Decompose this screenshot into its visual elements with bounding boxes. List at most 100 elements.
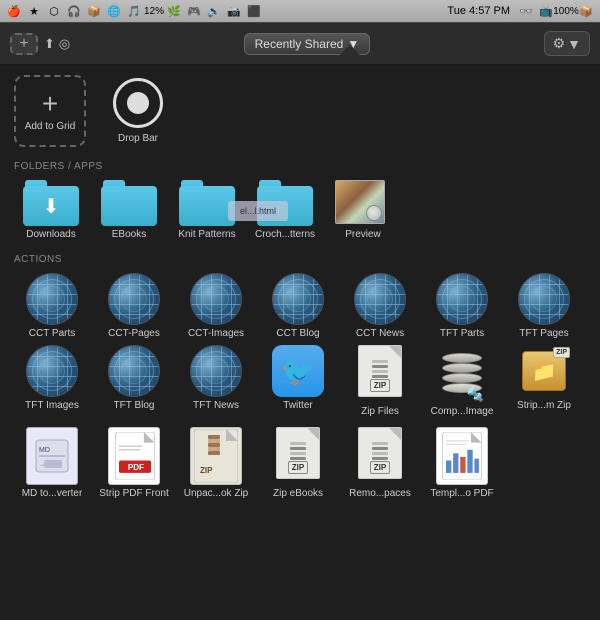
folder-label-knit: Knit Patterns — [178, 229, 235, 240]
action-item-zip-ebooks[interactable]: ZIP Zip eBooks — [260, 427, 336, 499]
folder-body-croch — [257, 186, 313, 226]
folders-grid: ⬇ Downloads EBooks Knit Patterns — [14, 180, 586, 240]
action-label-remo-paces: Remo...paces — [349, 488, 411, 499]
actions-grid: CCT Parts CCT-Pages CCT-Images — [14, 273, 586, 417]
action-item-remo-paces[interactable]: ZIP Remo...paces — [342, 427, 418, 499]
svg-text:ZIP: ZIP — [200, 466, 213, 475]
folder-item-ebooks[interactable]: EBooks — [92, 180, 166, 240]
folder-item-preview[interactable]: Preview — [326, 180, 400, 240]
action-item-comp-image[interactable]: 🔩 Comp...Image — [424, 345, 500, 417]
action-item-tft-parts[interactable]: TFT Parts — [424, 273, 500, 339]
action-label-strip-pdf: Strip PDF Front — [99, 488, 168, 499]
action-item-strip-pdf[interactable]: PDF Strip PDF Front — [96, 427, 172, 499]
action-label-twitter: Twitter — [283, 400, 312, 411]
add-to-grid-button[interactable]: + Add to Grid — [14, 75, 86, 147]
gear-button[interactable]: ⚙ ▼ — [544, 31, 590, 56]
strip-folder-body: 📁 ZIP — [522, 351, 566, 391]
zip-icon-remo: ZIP — [354, 427, 406, 485]
toolbar-left: + ⬆ ◎ — [10, 33, 70, 55]
comp-icon: 🔩 — [436, 345, 488, 403]
globe-icon-cct-parts — [26, 273, 78, 325]
pointer — [340, 45, 360, 55]
action-item-strip-zip[interactable]: 📁 ZIP Strip...m Zip — [506, 345, 582, 417]
action-item-cct-parts[interactable]: CCT Parts — [14, 273, 90, 339]
zip-stripes-group — [372, 360, 388, 378]
action-item-zip-files[interactable]: ZIP Zip Files — [342, 345, 418, 417]
content-area: + Add to Grid Drop Bar FOLDERS / APPS el… — [0, 65, 600, 620]
zip-paper-remo: ZIP — [358, 427, 402, 479]
action-item-cct-news[interactable]: CCT News — [342, 273, 418, 339]
action-item-tft-images[interactable]: TFT Images — [14, 345, 90, 417]
action-label-zip-ebooks: Zip eBooks — [273, 488, 323, 499]
action-label-cct-blog: CCT Blog — [276, 328, 319, 339]
action-label-tft-news: TFT News — [193, 400, 239, 411]
battery-icon: 100% — [558, 3, 574, 19]
nav-icons: ⬆ ◎ — [44, 36, 70, 52]
bottom-actions-grid: MD → MD to...verter — [14, 427, 586, 499]
app-icon-1: ⬡ — [46, 3, 62, 19]
action-label-tft-parts: TFT Parts — [440, 328, 484, 339]
action-label-md-converter: MD to...verter — [22, 488, 83, 499]
add-to-grid-label: Add to Grid — [25, 121, 76, 132]
panel: + ⬆ ◎ Recently Shared ▼ ⚙ ▼ + Add to Gri… — [0, 22, 600, 620]
preview-icon — [335, 180, 391, 226]
globe-icon-tft-parts — [436, 273, 488, 325]
folders-section-header: FOLDERS / APPS — [14, 161, 586, 172]
action-label-templ-pdf: Templ...o PDF — [430, 488, 493, 499]
globe-icon-tft-news — [190, 345, 242, 397]
action-label-zip-files: Zip Files — [361, 406, 399, 417]
svg-text:PDF: PDF — [128, 463, 144, 472]
svg-text:MD: MD — [39, 447, 50, 454]
drop-bar-button[interactable]: Drop Bar — [102, 75, 174, 147]
action-label-strip-zip: Strip...m Zip — [517, 400, 571, 411]
pdf-icon: PDF — [108, 427, 160, 485]
dropbox-icon: 📦 — [578, 3, 594, 19]
folder-item-downloads[interactable]: ⬇ Downloads — [14, 180, 88, 240]
folder-icon-knit — [179, 180, 235, 226]
action-item-unpack-zip[interactable]: ZIP Unpac...ok Zip — [178, 427, 254, 499]
action-item-cct-pages[interactable]: CCT-Pages — [96, 273, 172, 339]
action-item-twitter[interactable]: 🐦 Twitter — [260, 345, 336, 417]
app-icon-4: 🌐 — [106, 3, 122, 19]
folder-body-knit — [179, 186, 235, 226]
circle-icon[interactable]: ◎ — [59, 36, 70, 52]
folder-item-knit[interactable]: Knit Patterns — [170, 180, 244, 240]
folder-item-croch[interactable]: Croch...tterns — [248, 180, 322, 240]
folder-label-downloads: Downloads — [26, 229, 75, 240]
folder-icon-croch — [257, 180, 313, 226]
zip-paper-ebooks: ZIP — [276, 427, 320, 479]
globe-icon-tft-images — [26, 345, 78, 397]
globe-icon-cct-pages — [108, 273, 160, 325]
action-item-cct-images[interactable]: CCT-Images — [178, 273, 254, 339]
globe-icon-cct-news — [354, 273, 406, 325]
action-item-tft-blog[interactable]: TFT Blog — [96, 345, 172, 417]
gear-arrow-icon: ▼ — [567, 36, 581, 52]
folder-icon-downloads: ⬇ — [23, 180, 79, 226]
menubar: 🍎 ★ ⬡ 🎧 📦 🌐 🎵 12% 🌿 🎮 🔊 📷 ⬛ Tue 4:57 PM … — [0, 0, 600, 22]
action-label-unpack-zip: Unpac...ok Zip — [184, 488, 248, 499]
unpack-icon: ZIP — [190, 427, 242, 485]
action-item-md-converter[interactable]: MD → MD to...verter — [14, 427, 90, 499]
finder-icon: ★ — [26, 3, 42, 19]
plus-icon: + — [19, 35, 28, 53]
app-icon-10: ⬛ — [246, 3, 262, 19]
drop-bar-label: Drop Bar — [118, 133, 158, 144]
folder-icon-ebooks — [101, 180, 157, 226]
zip-icon-ebooks: ZIP — [272, 427, 324, 485]
action-item-cct-blog[interactable]: CCT Blog — [260, 273, 336, 339]
recently-shared-label: Recently Shared — [255, 37, 344, 51]
folder-body: ⬇ — [23, 186, 79, 226]
globe-icon-cct-images — [190, 273, 242, 325]
app-icon-7: 🎮 — [186, 3, 202, 19]
templ-icon — [436, 427, 488, 485]
folder-label-ebooks: EBooks — [112, 229, 146, 240]
up-icon[interactable]: ⬆ — [44, 36, 55, 52]
action-item-tft-pages[interactable]: TFT Pages — [506, 273, 582, 339]
preview-image — [335, 180, 385, 224]
globe-icon-cct-blog — [272, 273, 324, 325]
twitter-icon: 🐦 — [272, 345, 324, 397]
add-button[interactable]: + — [10, 33, 38, 55]
action-item-tft-news[interactable]: TFT News — [178, 345, 254, 417]
action-item-templ-pdf[interactable]: Templ...o PDF — [424, 427, 500, 499]
add-grid-plus-icon: + — [42, 90, 58, 118]
